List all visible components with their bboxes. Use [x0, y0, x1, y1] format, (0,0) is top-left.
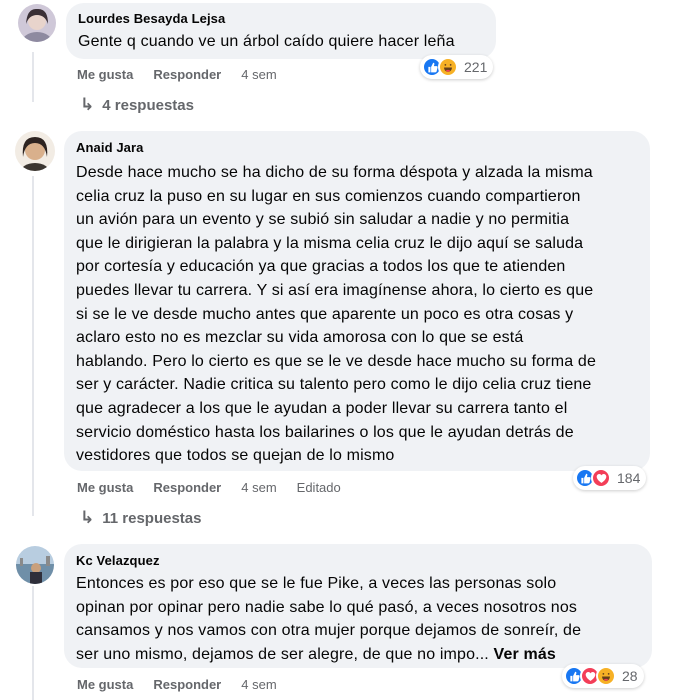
reaction-count: 28	[622, 668, 638, 684]
avatar[interactable]	[15, 131, 55, 171]
thread-line	[32, 52, 34, 102]
reply-button[interactable]: Responder	[153, 480, 221, 495]
comment-timestamp[interactable]: 4 sem	[241, 677, 276, 692]
comment-text-line: aclaro esto no es mezclar su vida amoros…	[76, 329, 524, 347]
haha-icon	[438, 57, 458, 77]
comment-bubble: Kc Velazquez Entonces es por eso que se …	[64, 544, 652, 668]
comment-text-line: que le dirigieran la palabra y la misma …	[76, 234, 584, 252]
comment-bubble: Lourdes Besayda Lejsa Gente q cuando ve …	[66, 3, 496, 59]
reaction-count: 221	[464, 59, 488, 75]
reaction-count: 184	[617, 470, 641, 486]
comment-text-fragment: ser uno mismo, dejamos de ser alegre, de…	[76, 645, 494, 663]
reply-arrow-icon: ↳	[80, 508, 95, 527]
comment-actions: Me gusta Responder 4 sem	[77, 67, 297, 82]
reaction-summary[interactable]: 28	[562, 664, 644, 688]
like-button[interactable]: Me gusta	[77, 677, 133, 692]
comment-text-line: hablando. Pero lo cierto es que se le ve…	[76, 352, 596, 370]
comment-actions: Me gusta Responder 4 sem Editado	[77, 480, 341, 495]
comment-actions: Me gusta Responder 4 sem	[77, 677, 297, 692]
replies-label: 11 respuestas	[102, 509, 202, 527]
avatar[interactable]	[18, 4, 56, 42]
comment-text-line: Entonces es por eso que se le fue Pike, …	[76, 575, 557, 592]
comment-text-line: servicio doméstico hasta los bailarines …	[76, 423, 574, 441]
comment-author[interactable]: Kc Velazquez	[76, 552, 640, 569]
comment-text-line: vestidores que todos se quejan de lo mis…	[76, 447, 395, 465]
avatar[interactable]	[16, 546, 54, 584]
comment-timestamp[interactable]: 4 sem	[241, 67, 276, 82]
love-icon	[591, 468, 611, 488]
comment-author[interactable]: Anaid Jara	[76, 139, 638, 156]
reaction-summary[interactable]: 184	[573, 466, 647, 490]
comment-text-line: si se le ve desde mucho antes que aparen…	[76, 305, 574, 323]
comment-text: Desde hace mucho se ha dicho de su forma…	[76, 161, 638, 468]
comment-text: Gente q cuando ve un árbol caído quiere …	[78, 33, 455, 50]
view-replies-link[interactable]: ↳ 11 respuestas	[80, 508, 202, 528]
comment-text-line: que agradecer a los que le ayudan a pode…	[76, 399, 568, 417]
like-button[interactable]: Me gusta	[77, 67, 133, 82]
reaction-summary[interactable]: 221	[420, 55, 494, 79]
reply-button[interactable]: Responder	[153, 677, 221, 692]
comment-text-line: ser uno mismo, dejamos de ser alegre, de…	[76, 643, 640, 667]
haha-icon	[596, 666, 616, 686]
comment-text-line: Desde hace mucho se ha dicho de su forma…	[76, 164, 593, 181]
edited-label: Editado	[296, 480, 341, 495]
view-replies-link[interactable]: ↳ 4 respuestas	[80, 95, 194, 115]
thread-line	[32, 176, 34, 516]
thread-line	[32, 586, 34, 700]
comment-text-line: celia cruz la puso en su lugar en sus co…	[76, 187, 581, 205]
reply-arrow-icon: ↳	[80, 95, 95, 114]
replies-label: 4 respuestas	[102, 96, 194, 114]
see-more-link[interactable]: Ver más	[494, 646, 556, 663]
reply-button[interactable]: Responder	[153, 67, 221, 82]
like-button[interactable]: Me gusta	[77, 480, 133, 495]
comment-text-line: cansamos y nos vamos con otra mujer porq…	[76, 622, 582, 640]
comment-timestamp[interactable]: 4 sem	[241, 480, 276, 495]
comment-bubble: Anaid Jara Desde hace mucho se ha dicho …	[64, 131, 650, 471]
comment-text-line: por cortesía y educación ya que gracias …	[76, 258, 566, 276]
comment-text-line: un avión para un evento y se subió sin s…	[76, 211, 570, 229]
comment-text-line: opinan por opinar pero nadie sabe lo qué…	[76, 598, 578, 616]
comment-text-line: puedes llevar tu carrera. Y si así era i…	[76, 281, 594, 299]
comment-text-line: ser y carácter. Nadie critica su talento…	[76, 376, 592, 394]
comment-text: Entonces es por eso que se le fue Pike, …	[76, 572, 640, 666]
comment-author[interactable]: Lourdes Besayda Lejsa	[78, 10, 484, 27]
